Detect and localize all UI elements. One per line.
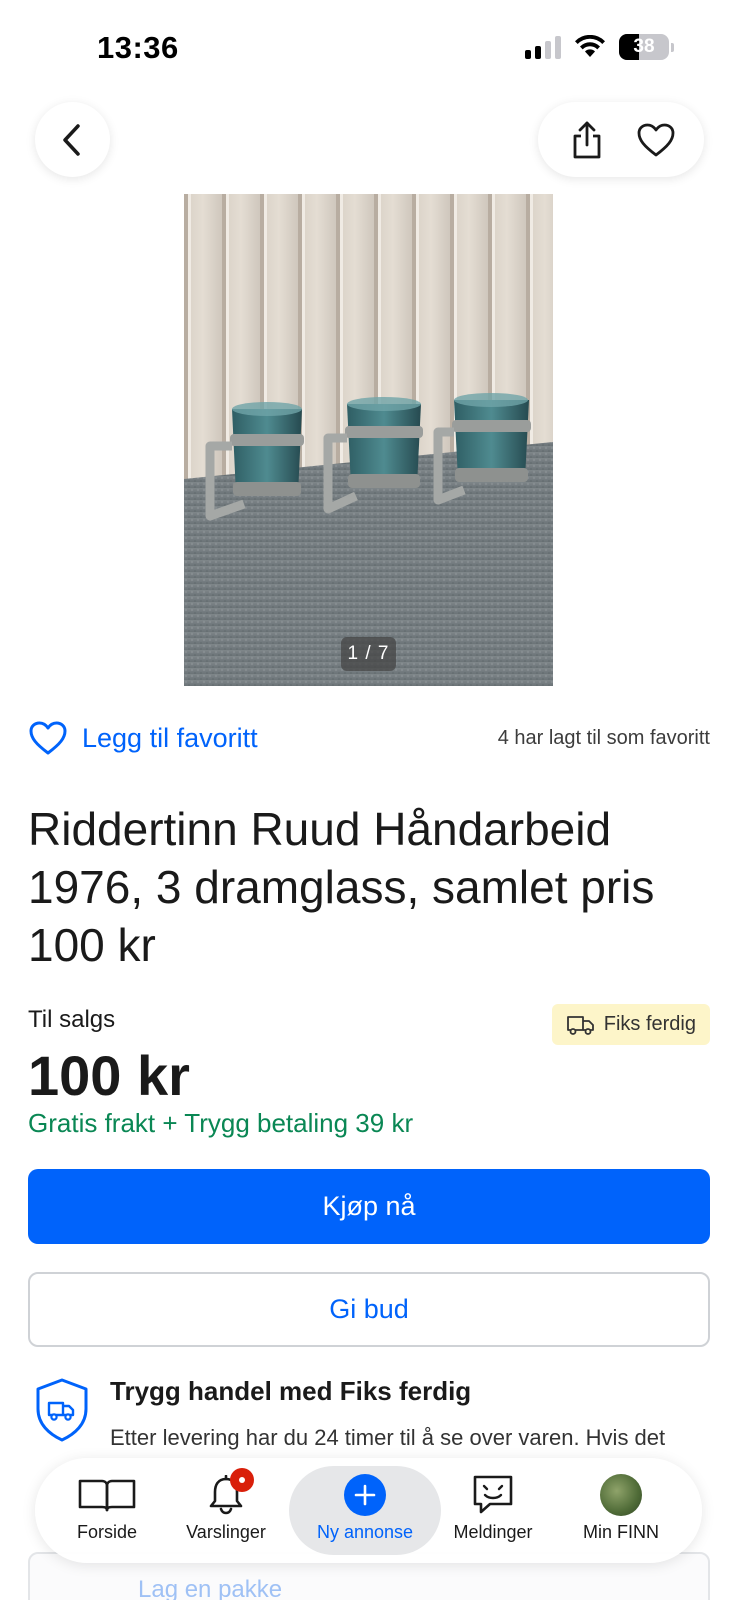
product-photo [184,194,553,686]
tab-ny-annonse[interactable]: Ny annonse [289,1466,441,1555]
image-counter: 1 / 7 [341,637,396,671]
buy-now-button[interactable]: Kjøp nå [28,1169,710,1244]
tab-forside[interactable]: Forside [57,1458,157,1563]
product-image[interactable] [184,194,553,686]
safe-trade-title: Trygg handel med Fiks ferdig [110,1376,472,1406]
status-time: 13:36 [97,30,179,65]
back-button[interactable] [35,102,110,177]
tab-min-finn[interactable]: Min FINN [571,1458,671,1563]
shield-truck-icon [36,1378,88,1442]
heart-icon [637,123,674,156]
add-favorite-link[interactable]: Legg til favoritt [28,720,258,756]
status-bar: 13:36 38 [0,0,738,90]
make-offer-button[interactable]: Gi bud [28,1272,710,1347]
chat-icon [473,1475,513,1514]
tab-label: Ny annonse [316,1522,414,1542]
favorite-row: Legg til favoritt 4 har lagt til som fav… [28,714,710,762]
plus-icon [344,1474,386,1516]
fiks-ferdig-badge: Fiks ferdig [551,1004,710,1045]
tab-label: Min FINN [583,1522,659,1542]
listing-title: Riddertinn Ruud Håndarbeid 1976, 3 dramg… [28,803,655,971]
shipping-info: Gratis frakt + Trygg betaling 39 kr [28,1108,414,1138]
bottom-tab-bar: Forside Varslinger Ny annonse Meldinger … [35,1458,702,1563]
tab-meldinger[interactable]: Meldinger [443,1458,543,1563]
badge-label: Fiks ferdig [603,1013,696,1035]
favorite-count: 4 har lagt til som favoritt [497,726,710,749]
listing-price: 100 kr [28,1044,190,1107]
status-icons: 38 [525,34,674,60]
delivery-truck-icon [566,1015,594,1035]
heart-icon [29,721,67,755]
share-button[interactable] [565,118,609,162]
listing-status: Til salgs [28,1006,116,1033]
top-actions [538,102,704,177]
cellular-signal-icon [525,35,561,59]
book-icon [78,1479,136,1512]
tab-varslinger[interactable]: Varslinger [171,1458,281,1563]
wifi-icon [575,35,605,57]
package-card-label: Lag en pakke [138,1576,283,1600]
share-icon [573,121,600,158]
tab-label: Meldinger [453,1522,533,1542]
add-favorite-label: Legg til favoritt [82,722,258,753]
tab-label: Forside [76,1522,138,1542]
favorite-top-button[interactable] [634,118,678,162]
tab-label: Varslinger [186,1522,266,1542]
avatar [600,1474,642,1516]
notification-badge [230,1468,254,1492]
battery-icon: 38 [619,34,669,60]
safe-trade-text: Etter levering har du 24 timer til å se … [110,1425,666,1450]
chevron-left-icon [62,123,80,156]
battery-level: 38 [633,36,655,57]
